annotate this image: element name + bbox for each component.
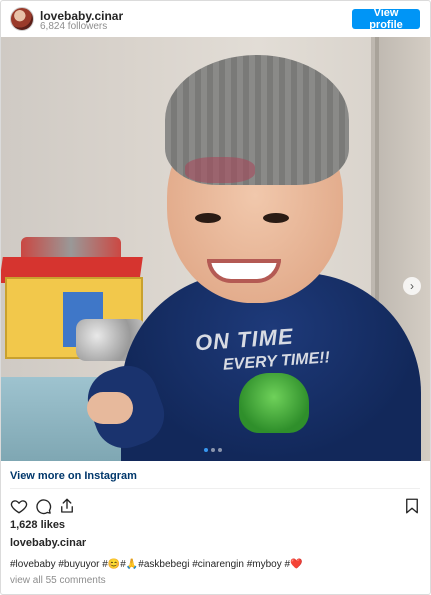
follower-count: 6,824 followers xyxy=(40,21,108,32)
post-owner-username[interactable]: lovebaby.cinar xyxy=(10,537,86,549)
right-eye xyxy=(263,213,289,223)
carousel-next-button[interactable]: › xyxy=(403,277,421,295)
view-profile-button[interactable]: View profile xyxy=(352,7,420,31)
like-count[interactable]: 1,628 likes xyxy=(10,519,65,531)
bookmark-icon[interactable] xyxy=(403,497,421,515)
post-header: lovebaby.cinar 6,824 followers View prof… xyxy=(1,1,430,37)
carousel-dot xyxy=(218,448,222,452)
heart-icon[interactable] xyxy=(10,497,28,515)
comment-icon[interactable] xyxy=(34,497,52,515)
post-photo[interactable]: ON TIME EVERY TIME!! › xyxy=(1,37,430,461)
avatar[interactable] xyxy=(10,7,34,31)
carousel-dot-active xyxy=(204,448,208,452)
share-icon[interactable] xyxy=(58,497,76,515)
divider xyxy=(10,488,420,489)
left-eye xyxy=(195,213,221,223)
carousel-dots xyxy=(204,448,222,452)
forehead-bruise xyxy=(185,157,255,183)
chevron-right-icon: › xyxy=(410,279,414,293)
view-more-link[interactable]: View more on Instagram xyxy=(10,470,137,482)
post-caption: #lovebaby #buyuyor #😊#🙏#askbebegi #cinar… xyxy=(10,559,303,570)
view-all-comments-link[interactable]: view all 55 comments xyxy=(10,575,106,586)
carousel-dot xyxy=(211,448,215,452)
child-hand xyxy=(87,392,133,424)
instagram-embed-card: lovebaby.cinar 6,824 followers View prof… xyxy=(0,0,431,595)
shirt-plane-graphic xyxy=(239,373,309,433)
